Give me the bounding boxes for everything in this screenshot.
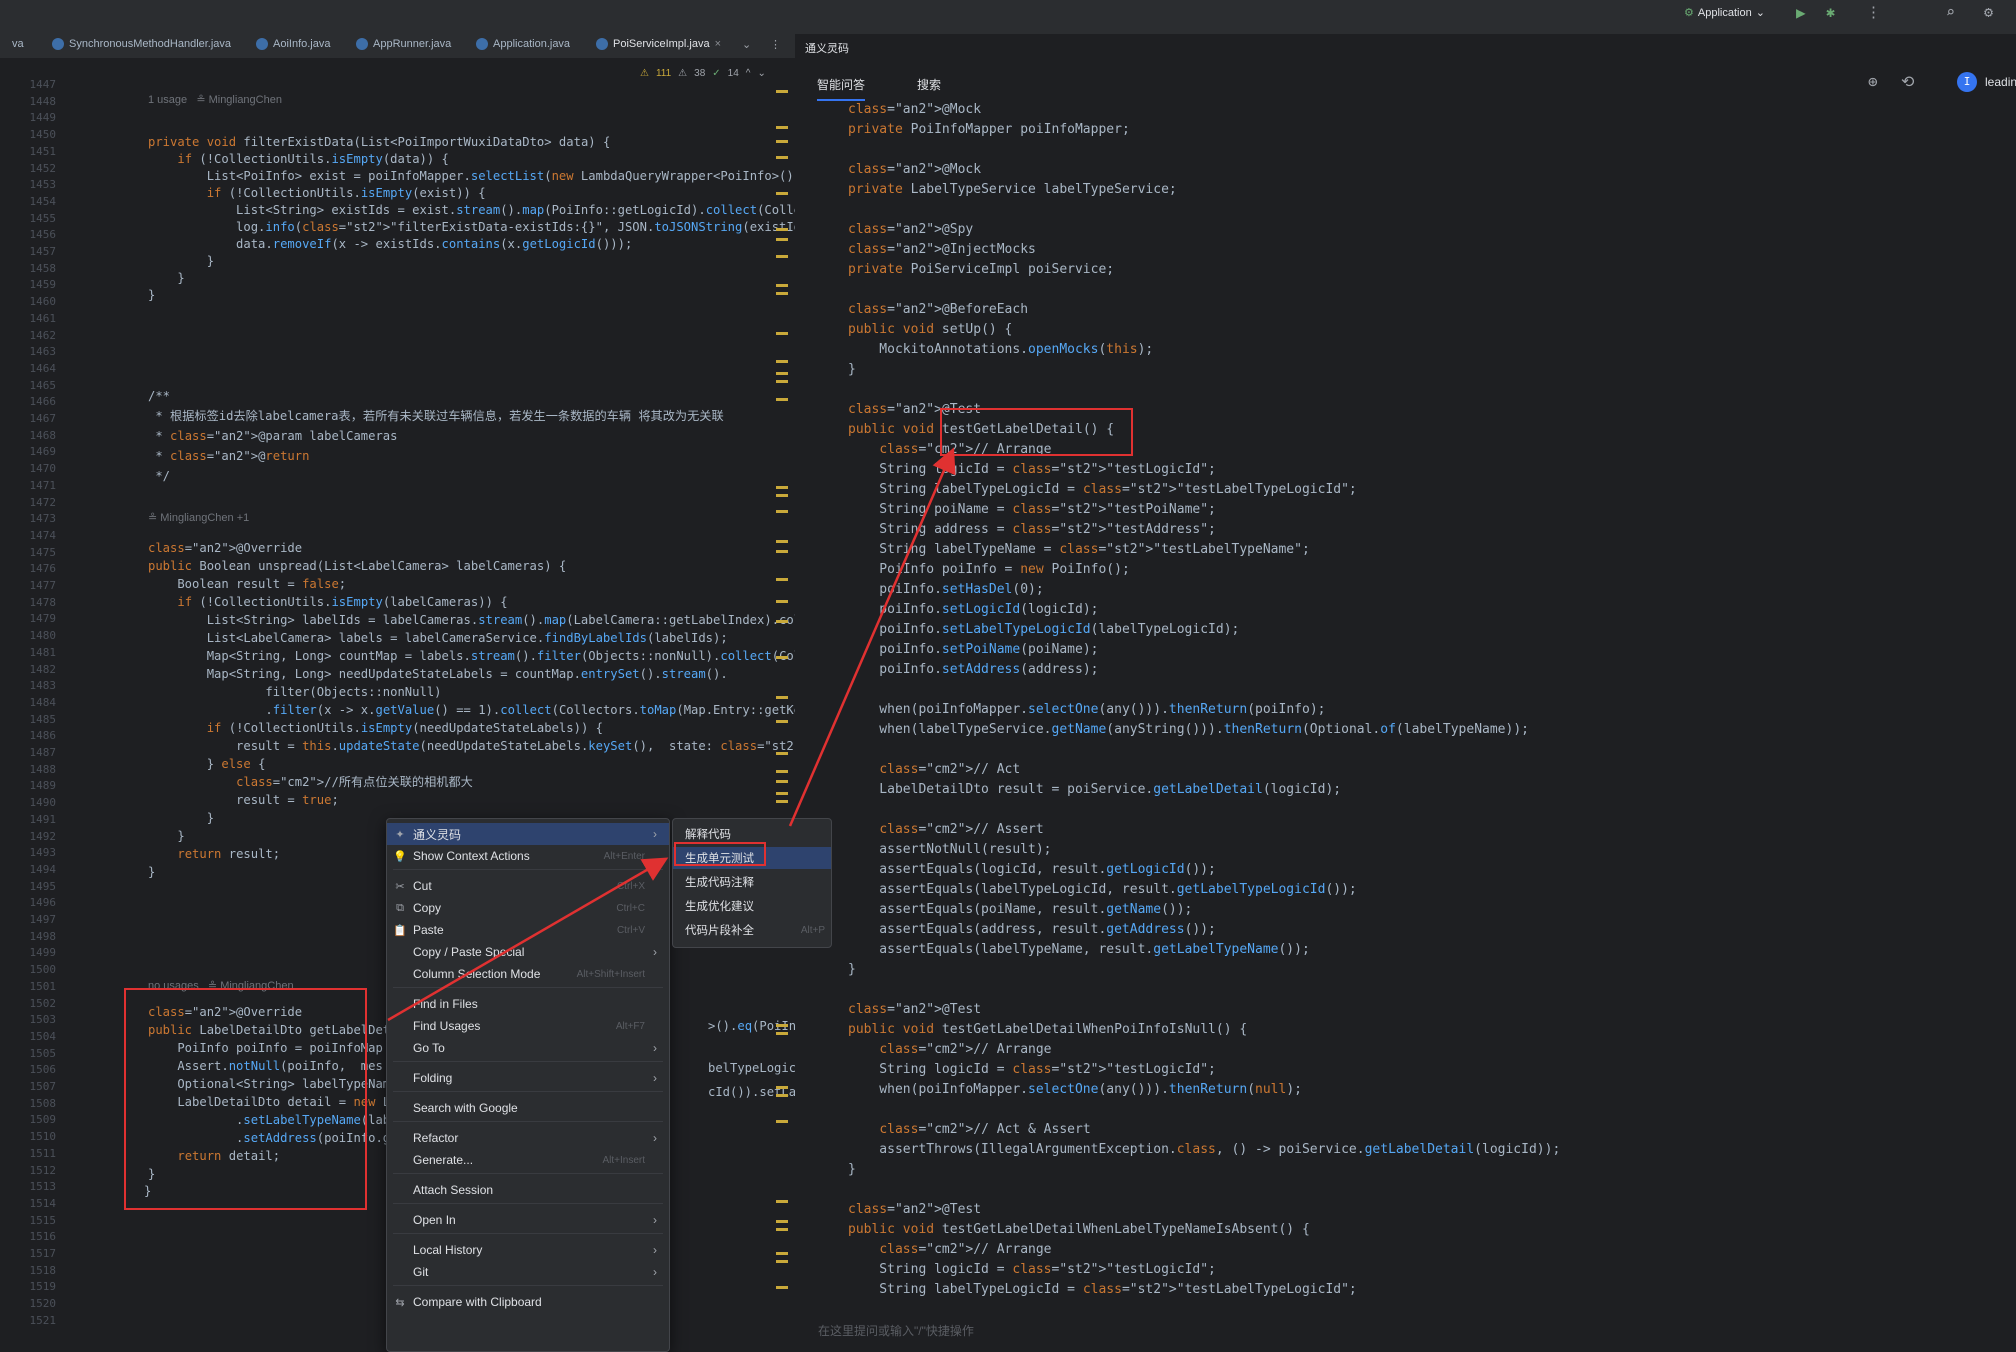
arrow-to-result [788,447,956,827]
arrow-to-submenu [387,857,669,1022]
annotation-arrows [387,447,956,1022]
ide-window: { "toolbar": { "run_config": "Applicatio… [0,0,2016,1352]
